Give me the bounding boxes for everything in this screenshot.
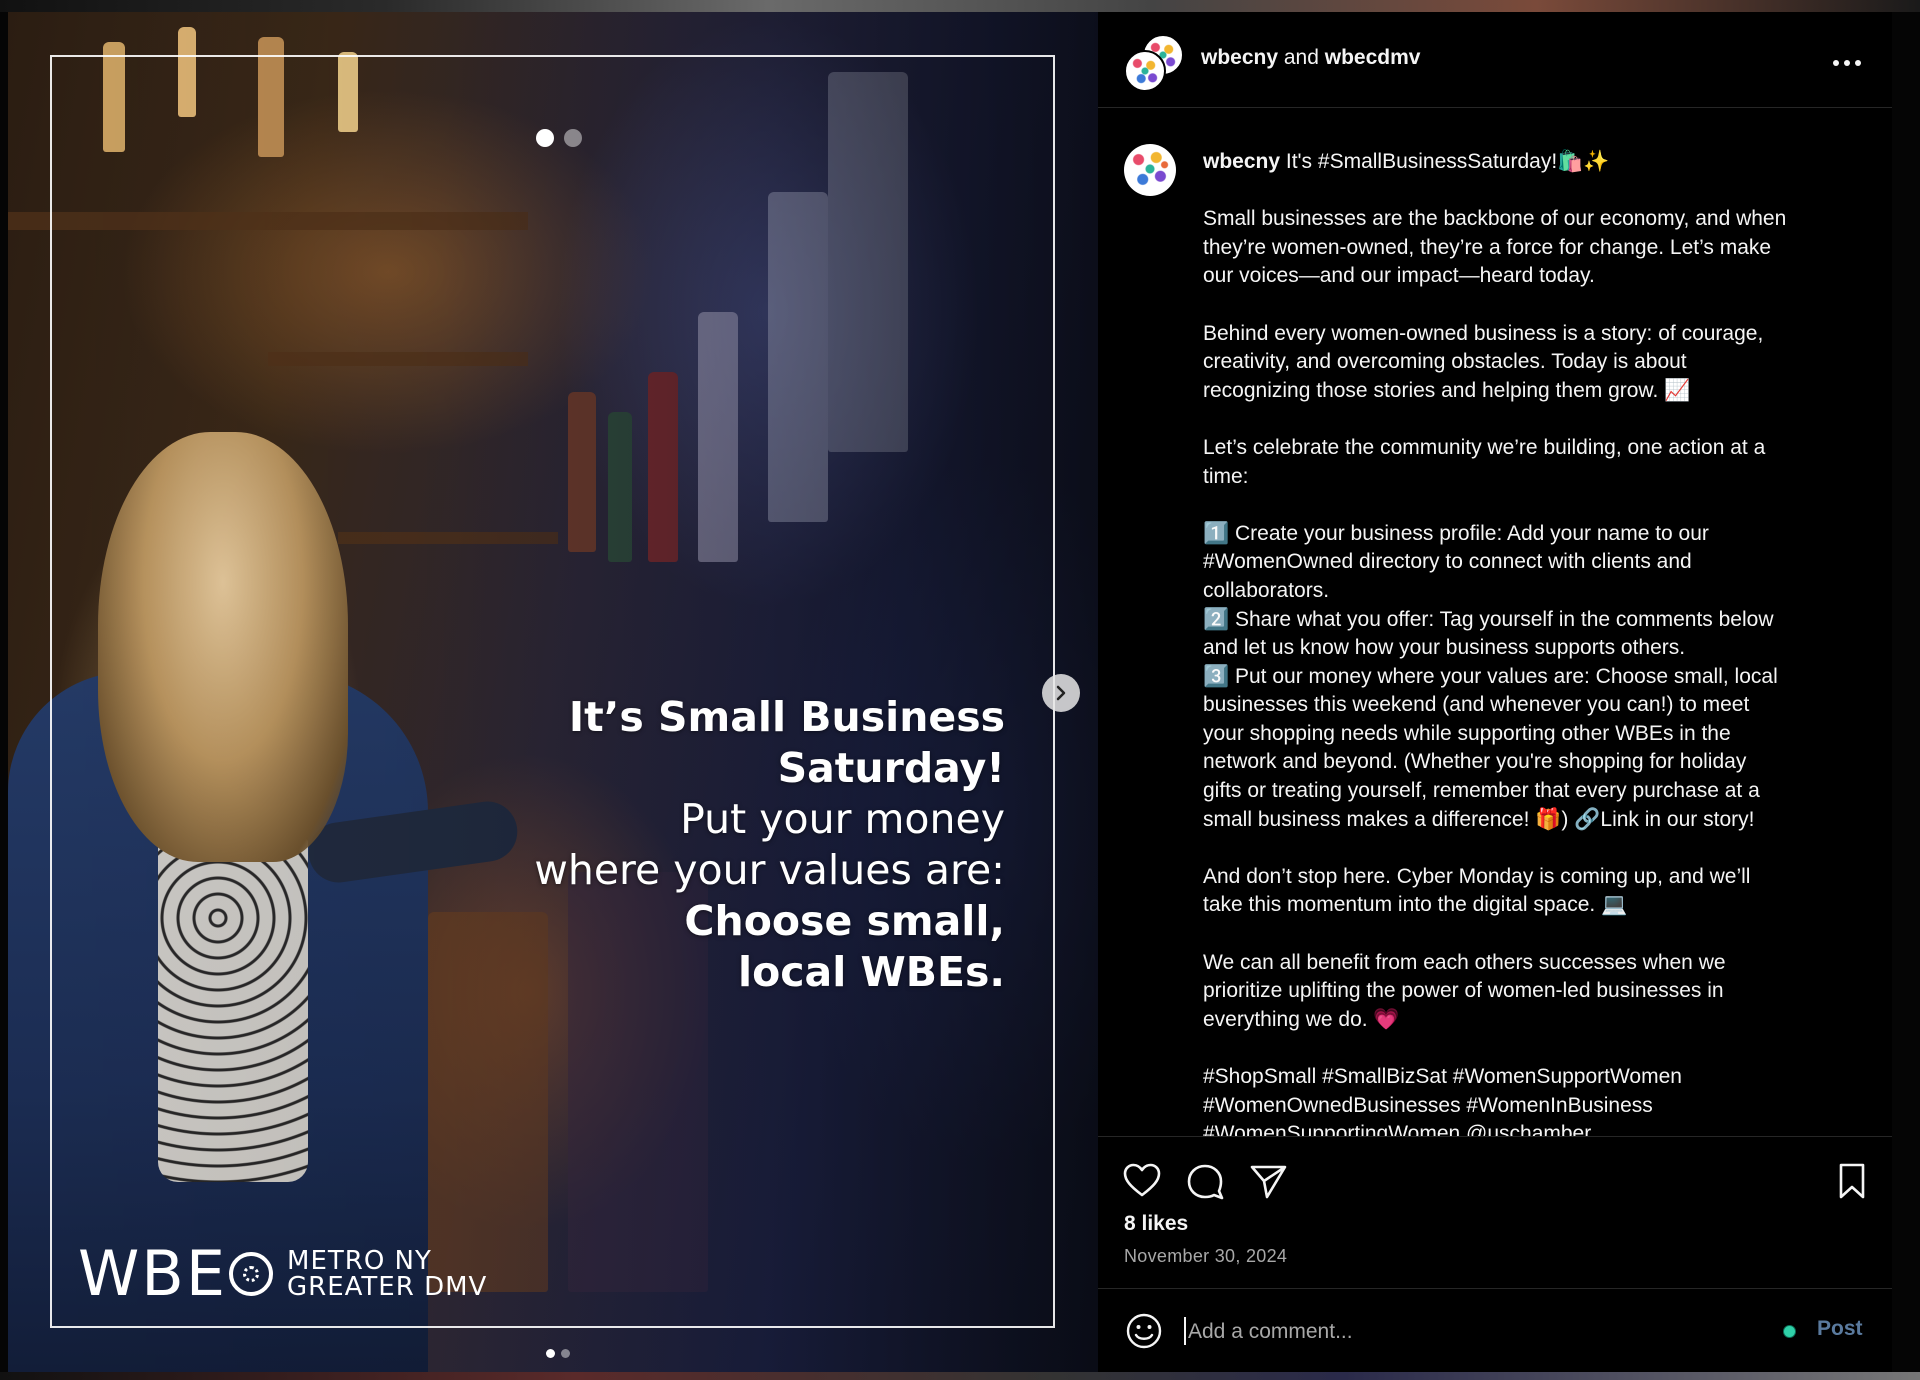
- caption-line: 1️⃣ Create your business profile: Add yo…: [1203, 521, 1709, 545]
- caption-paragraph: 1️⃣ Create your business profile: Add yo…: [1203, 520, 1853, 835]
- region-line-1: METRO NY: [287, 1245, 432, 1276]
- caption-paragraph: We can all benefit from each others succ…: [1203, 949, 1853, 1035]
- caption-paragraph: #ShopSmall #SmallBizSat #WomenSupportWom…: [1203, 1063, 1853, 1136]
- author-link-wbecny[interactable]: wbecny: [1201, 46, 1278, 69]
- wbec-logo: WBE METRO NY GREATER DMV: [78, 1237, 487, 1310]
- caption-line: prioritize uplifting the power of women-…: [1203, 979, 1724, 1003]
- more-options-button[interactable]: [1832, 42, 1862, 74]
- caption-line: 3️⃣ Put our money where your values are:…: [1203, 664, 1778, 688]
- text-caret: [1184, 1317, 1186, 1345]
- caption-line: #WomenSupportingWomen @uschamber: [1203, 1122, 1592, 1136]
- background-thumbnails-bottom: [0, 1372, 1920, 1380]
- slide-dot-active: [536, 129, 554, 147]
- headline-line: local WBEs.: [738, 948, 1005, 996]
- caption-paragraph: Small businesses are the backbone of our…: [1203, 205, 1853, 291]
- caption-avatar[interactable]: [1124, 144, 1176, 196]
- region-line-2: GREATER DMV: [287, 1271, 488, 1302]
- post-actions: [1098, 1136, 1892, 1201]
- caption-line: they’re women-owned, they’re a force for…: [1203, 235, 1772, 259]
- likes-count[interactable]: 8 likes: [1124, 1212, 1188, 1236]
- caption-scroll-area[interactable]: wbecny It's #SmallBusinessSaturday!🛍️✨ S…: [1098, 108, 1892, 1136]
- more-horizontal-icon: [1833, 60, 1861, 66]
- caption-line: Behind every women-owned business is a s…: [1203, 321, 1764, 345]
- caption-line: collaborators.: [1203, 578, 1330, 602]
- caption-line: creativity, and overcoming obstacles. To…: [1203, 350, 1687, 374]
- comment-icon[interactable]: [1185, 1161, 1225, 1201]
- caption-line: time:: [1203, 464, 1249, 488]
- status-dot: [1783, 1325, 1796, 1338]
- heart-icon[interactable]: [1122, 1161, 1162, 1201]
- caption-line: recognizing those stories and helping th…: [1203, 378, 1691, 402]
- headline-line: where your values are:: [534, 846, 1005, 894]
- caption-username[interactable]: wbecny: [1203, 150, 1280, 173]
- caption-line: our voices—and our impact—heard today.: [1203, 264, 1595, 288]
- carousel-dot-active: [546, 1349, 555, 1358]
- caption-line: take this momentum into the digital spac…: [1203, 893, 1628, 917]
- caption-line: Small businesses are the backbone of our…: [1203, 207, 1787, 231]
- caption-paragraph: And don’t stop here. Cyber Monday is com…: [1203, 863, 1853, 920]
- caption-line: #ShopSmall #SmallBizSat #WomenSupportWom…: [1203, 1065, 1682, 1088]
- instagram-post-view: It’s Small Business Saturday! Put your mon…: [0, 0, 1920, 1380]
- post-date[interactable]: November 30, 2024: [1124, 1246, 1287, 1267]
- post-details-panel: wbecny and wbecdmv wbecny It's #SmallBus…: [1098, 12, 1892, 1372]
- caption-line: #WomenOwnedBusinesses #WomenInBusiness: [1203, 1093, 1653, 1117]
- headline-line: It’s Small Business: [568, 693, 1005, 741]
- post-media[interactable]: It’s Small Business Saturday! Put your mon…: [8, 12, 1098, 1372]
- caption-line: small business makes a difference! 🎁) 🔗L…: [1203, 807, 1755, 831]
- carousel-dot: [561, 1349, 570, 1358]
- caption-paragraph: Let’s celebrate the community we’re buil…: [1203, 434, 1853, 491]
- slide-indicator-top: [536, 129, 582, 147]
- authors-joiner: and: [1283, 46, 1319, 69]
- post-comment-button[interactable]: Post: [1817, 1317, 1863, 1341]
- avatar-wbecny[interactable]: [1124, 50, 1166, 92]
- emoji-icon[interactable]: [1124, 1311, 1164, 1351]
- caption-line: businesses this weekend (and whenever yo…: [1203, 693, 1750, 717]
- caption-paragraph: Behind every women-owned business is a s…: [1203, 320, 1853, 406]
- post-authors: wbecny and wbecdmv: [1201, 46, 1420, 70]
- headline-line: Put your money: [680, 795, 1005, 843]
- caption-line: Let’s celebrate the community we’re buil…: [1203, 435, 1766, 459]
- bookmark-icon[interactable]: [1832, 1161, 1872, 1201]
- wbec-wordmark: WBE: [78, 1237, 274, 1310]
- gear-logo-icon: [229, 1251, 274, 1296]
- caption-line: And don’t stop here. Cyber Monday is com…: [1203, 864, 1751, 888]
- caption-first-text: It's #SmallBusinessSaturday!🛍️✨: [1285, 150, 1610, 173]
- comment-bar: Post: [1098, 1288, 1892, 1373]
- slide-dot: [564, 129, 582, 147]
- caption-line: gifts or treating yourself, remember tha…: [1203, 779, 1760, 803]
- caption-first-line: wbecny It's #SmallBusinessSaturday!🛍️✨: [1203, 148, 1853, 177]
- caption-line: #WomenOwned directory to connect with cl…: [1203, 550, 1692, 574]
- background-thumbnails-top: [0, 0, 1920, 12]
- caption-line: network and beyond. (Whether you're shop…: [1203, 750, 1747, 774]
- caption-line: We can all benefit from each others succ…: [1203, 950, 1726, 974]
- post-caption: wbecny It's #SmallBusinessSaturday!🛍️✨ S…: [1203, 148, 1853, 1136]
- send-icon[interactable]: [1248, 1161, 1288, 1201]
- headline-line: Saturday!: [777, 744, 1005, 792]
- carousel-next-button[interactable]: [1042, 674, 1080, 712]
- comment-input[interactable]: [1186, 1309, 1710, 1355]
- caption-line: your shopping needs while supporting oth…: [1203, 721, 1731, 745]
- author-link-wbecdmv[interactable]: wbecdmv: [1325, 46, 1421, 69]
- chevron-right-icon: [1056, 685, 1066, 701]
- caption-line: everything we do. 💗: [1203, 1007, 1400, 1031]
- post-headline: It’s Small Business Saturday! Put your mon…: [445, 692, 1005, 998]
- headline-line: Choose small,: [684, 897, 1005, 945]
- caption-line: and let us know how your business suppor…: [1203, 636, 1686, 660]
- post-header: wbecny and wbecdmv: [1098, 12, 1892, 108]
- carousel-dots: [546, 1349, 570, 1358]
- caption-line: 2️⃣ Share what you offer: Tag yourself i…: [1203, 607, 1774, 631]
- wordmark-text: WBE: [78, 1237, 228, 1310]
- collab-avatars[interactable]: [1124, 34, 1184, 92]
- wbec-region: METRO NY GREATER DMV: [287, 1248, 487, 1300]
